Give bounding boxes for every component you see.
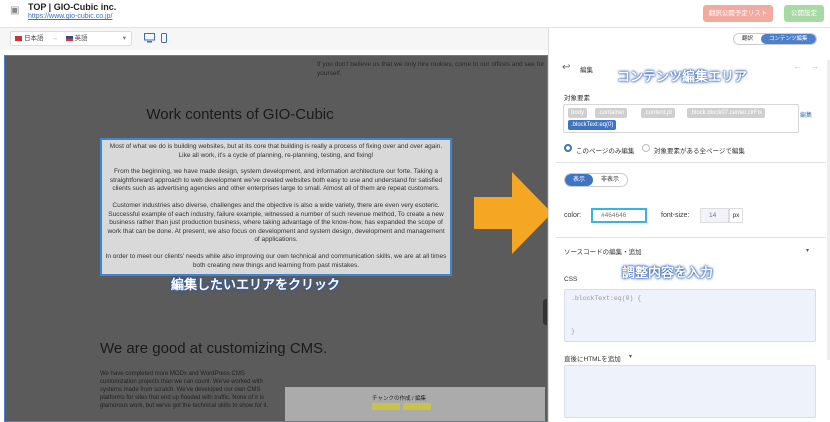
selector-chip[interactable]: .container	[595, 108, 628, 118]
font-size-label: font-size:	[661, 212, 690, 219]
input-adjustments-callout: 調整内容を入力	[622, 265, 714, 280]
divider	[556, 162, 826, 163]
selector-chip[interactable]: body	[568, 108, 588, 118]
site-title: TOP | GIO-Cubic inc.	[28, 2, 117, 12]
next-arrow-icon[interactable]: →	[810, 61, 819, 71]
language-toolbar: 日本語 → 英語 ▾	[0, 28, 548, 50]
preview-paragraph: From the beginning, we have made design,…	[109, 168, 443, 193]
selector-chip-active[interactable]: .blockText:eq(0)	[568, 120, 617, 130]
prev-arrow-icon[interactable]: ←	[793, 61, 802, 71]
content-edit-area-callout: コンテンツ編集エリア	[617, 69, 748, 84]
html-editor[interactable]	[564, 365, 816, 418]
panel-mode-tabs: 翻訳 コンテンツ編集	[733, 33, 817, 45]
toggle-hide[interactable]: 非表示	[593, 174, 627, 186]
chevron-down-icon: ▾	[122, 35, 126, 42]
publish-schedule-list-button[interactable]: 翻訳公開予定リスト	[703, 5, 773, 22]
font-size-unit: px	[729, 208, 743, 223]
us-flag-icon	[65, 35, 73, 41]
selected-text-block[interactable]: Most of what we do is building websites,…	[100, 138, 452, 276]
font-size-input[interactable]	[700, 208, 729, 223]
menu-icon[interactable]: ▣	[10, 6, 20, 16]
radio-this-page-label: このページのみ編集	[576, 148, 635, 155]
language-pair-select[interactable]: 日本語 → 英語 ▾	[10, 31, 132, 46]
preview-cms-text[interactable]: We have completed more MODx and WordPres…	[100, 370, 275, 410]
preview-paragraph: Customer industries also diverse, challe…	[107, 201, 445, 244]
preview-top-text: If you don't believe us that we only hir…	[317, 61, 545, 77]
orange-arrow-icon	[474, 172, 552, 254]
desktop-view-icon[interactable]	[144, 33, 155, 45]
radio-all-pages-label: 対象要素がある全ページで編集	[654, 148, 745, 155]
mobile-view-icon[interactable]	[161, 33, 167, 45]
radio-this-page[interactable]	[564, 144, 572, 152]
click-area-callout: 編集したいエリアをクリック	[171, 277, 341, 292]
color-input[interactable]	[591, 208, 647, 223]
radio-all-pages[interactable]	[642, 144, 650, 152]
preview-screenshot-caption: チャンクの作成 / 編集	[372, 396, 427, 402]
divider	[556, 237, 826, 238]
css-code-line: }	[571, 328, 575, 335]
publish-settings-button[interactable]: 公開設定	[784, 5, 824, 22]
selector-chip[interactable]: .block.block07.center.clrFix	[687, 108, 766, 118]
append-html-label: 直後にHTMLを追加	[564, 356, 621, 363]
preview-paragraph: Most of what we do is building websites,…	[109, 143, 443, 159]
tab-translate[interactable]: 翻訳	[734, 34, 761, 44]
selector-edit-link[interactable]: 編集	[800, 110, 812, 119]
japan-flag-icon	[15, 35, 22, 41]
preview-heading-cms[interactable]: We are good at customizing CMS.	[100, 340, 327, 357]
page-preview[interactable]: If you don't believe us that we only hir…	[4, 55, 548, 422]
source-language: 日本語	[24, 35, 44, 42]
tab-content-edit[interactable]: コンテンツ編集	[761, 34, 816, 44]
edit-section-label: 編集	[580, 67, 593, 74]
preview-heading[interactable]: Work contents of GIO-Cubic	[5, 106, 475, 123]
target-language: 英語	[74, 35, 88, 42]
preview-paragraph: In order to meet our clients' needs whil…	[105, 252, 447, 269]
chevron-down-icon[interactable]: ▾	[806, 247, 809, 254]
selector-chip[interactable]: .content.pt	[641, 108, 676, 118]
back-arrow-icon[interactable]: ↩	[562, 62, 570, 73]
target-elements-label: 対象要素	[564, 95, 590, 102]
top-header: ▣ TOP | GIO-Cubic inc. https://www.gio-c…	[0, 0, 830, 28]
source-code-section-label[interactable]: ソースコードの編集・追加	[564, 246, 642, 256]
preview-screenshot-button	[372, 403, 400, 410]
css-label: CSS	[564, 276, 578, 283]
site-url-link[interactable]: https://www.gio-cubic.co.jp/	[28, 13, 112, 20]
toggle-show[interactable]: 表示	[565, 174, 594, 186]
chevron-down-icon[interactable]: ▾	[629, 353, 632, 360]
css-code-line: .blockText:eq(0) {	[571, 295, 642, 302]
visibility-toggle: 表示 非表示	[564, 173, 629, 187]
arrow-icon: →	[51, 35, 58, 42]
preview-screenshot-button	[403, 403, 431, 410]
color-label: color:	[564, 212, 582, 219]
